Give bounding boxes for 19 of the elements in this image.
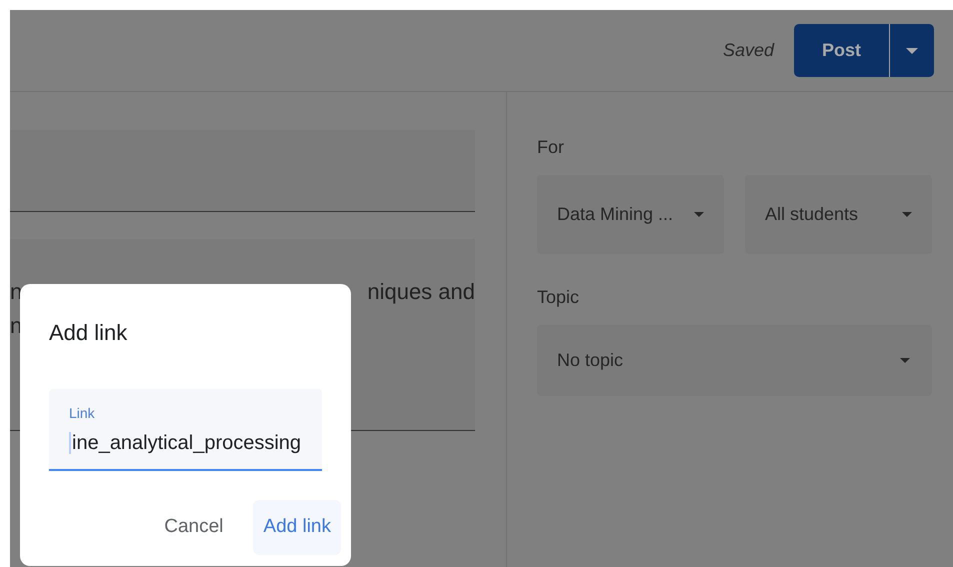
dialog-title: Add link xyxy=(49,319,128,347)
link-value: ine_analytical_processing xyxy=(72,431,302,456)
dropdown-caret-icon xyxy=(900,358,910,363)
cancel-button[interactable]: Cancel xyxy=(154,500,234,555)
topic-label: Topic xyxy=(537,286,580,309)
text-cursor-icon xyxy=(69,432,71,454)
audience-dropdown[interactable]: All students xyxy=(745,175,932,254)
field-label: Link xyxy=(69,404,96,423)
saved-status: Saved xyxy=(722,39,774,62)
link-field[interactable]: Link ine_analytical_processing xyxy=(49,389,322,471)
audience-dropdown[interactable]: Data Mining ... xyxy=(537,175,724,254)
title-field[interactable] xyxy=(10,130,475,212)
topic-dropdown[interactable]: No topic xyxy=(537,325,932,396)
for-label: For xyxy=(537,136,565,159)
dropdown-caret-icon xyxy=(906,48,918,54)
dropdown-caret-icon xyxy=(694,212,704,217)
dropdown-caret-icon xyxy=(902,212,912,217)
description-text: niques and xyxy=(367,278,475,306)
add-link-button[interactable]: Add link xyxy=(253,500,341,555)
